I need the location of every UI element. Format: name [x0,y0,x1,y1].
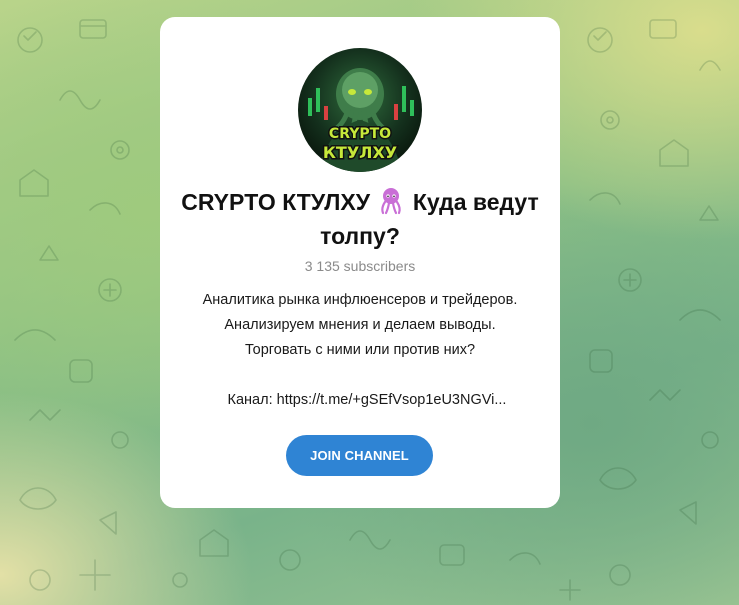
avatar-text-top-fill: CRYPTO [329,126,391,142]
channel-card: CRYPTO CRYPTO КТУЛХУ КТУЛХУ CRYPTO КТУЛХ… [160,17,560,508]
description-line-2: Анализируем мнения и делаем выводы. [224,317,496,333]
description-line-1: Аналитика рынка инфлюенсеров и трейдеров… [202,292,518,308]
subscriber-count: 3 135 subscribers [304,258,416,274]
description-link[interactable]: Канал: https://t.me/+gSEfVsop1eU3NGVi... [196,388,525,413]
channel-title-part1: CRYPTO КТУЛХУ [181,189,371,215]
octopus-emoji-icon [381,188,402,215]
avatar-text-bottom-fill: КТУЛХУ [323,143,397,162]
avatar-image: CRYPTO CRYPTO КТУЛХУ КТУЛХУ [298,48,422,172]
channel-avatar: CRYPTO CRYPTO КТУЛХУ КТУЛХУ [298,48,422,172]
join-channel-button[interactable]: JOIN CHANNEL [286,435,433,476]
description-spacer [170,363,550,388]
channel-description: Аналитика рынка инфлюенсеров и трейдеров… [170,288,550,413]
description-line-3: Торговать с ними или против них? [244,342,476,358]
channel-title: CRYPTO КТУЛХУ Куда ведут толпу? [180,185,540,253]
